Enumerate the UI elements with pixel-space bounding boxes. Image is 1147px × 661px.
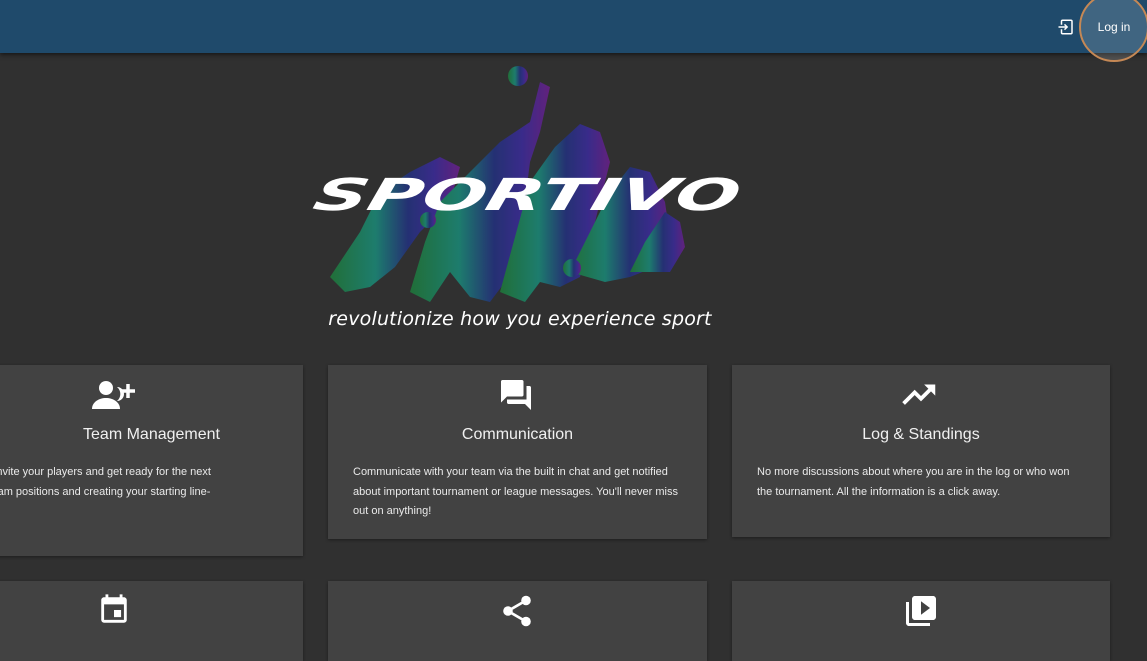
calendar-icon [101, 594, 127, 623]
feature-title: Team Management [83, 426, 220, 443]
group-add-icon [92, 381, 135, 409]
feature-card-team-management: Team Management ur teams, invite your pl… [0, 365, 303, 556]
hero-logo: SPORTIVO [300, 62, 750, 337]
svg-text:SPORTIVO: SPORTIVO [308, 170, 746, 221]
video-library-icon [906, 596, 936, 626]
login-area: Log in [1037, 0, 1147, 62]
feature-card-communication: Communication Communicate with your team… [328, 365, 707, 539]
trending-up-icon [902, 384, 936, 405]
top-app-bar: Log in [0, 0, 1147, 62]
feature-description: Communicate with your team via the built… [353, 466, 678, 517]
forum-icon [501, 380, 531, 410]
feature-card-share [328, 581, 707, 661]
feature-title: Log & Standings [862, 426, 980, 443]
tagline: revolutionize how you experience sport [328, 308, 712, 330]
feature-card-log-standings: Log & Standings No more discussions abou… [732, 365, 1110, 537]
feature-description: No more discussions about where you are … [757, 466, 1070, 498]
feature-description: ur teams, invite your players and get re… [0, 466, 211, 498]
login-button[interactable]: Log in [1079, 0, 1147, 62]
sportivo-logo-icon: SPORTIVO [308, 66, 746, 302]
share-icon [503, 595, 531, 627]
feature-card-video [732, 581, 1110, 661]
feature-card-schedule [0, 581, 303, 661]
feature-title: Communication [461, 426, 574, 443]
login-icon[interactable] [1057, 18, 1075, 36]
